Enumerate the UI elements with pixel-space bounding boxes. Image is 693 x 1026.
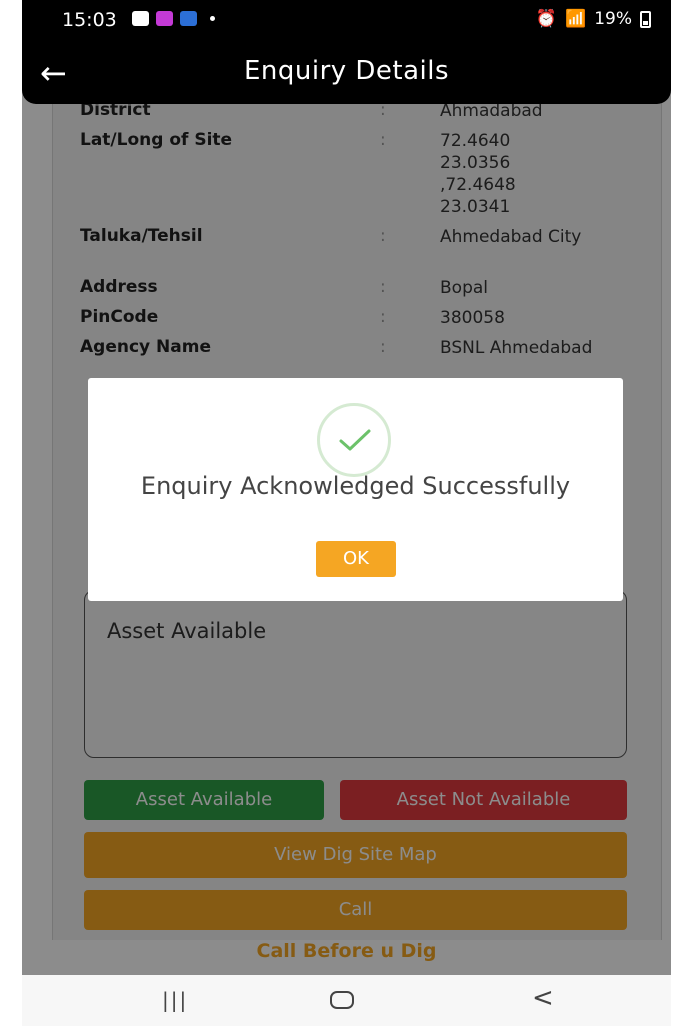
page-title: Enquiry Details <box>243 56 450 86</box>
nav-back-icon[interactable]: < <box>532 983 554 1013</box>
battery-icon <box>640 10 651 28</box>
system-icons: ⏰ 📶 19% <box>536 9 651 29</box>
home-icon[interactable] <box>330 991 354 1009</box>
app-icon <box>180 11 197 26</box>
battery-percent: 19% <box>594 9 632 29</box>
ok-button[interactable]: OK <box>316 541 396 577</box>
notification-icons <box>132 11 215 26</box>
success-dialog: Enquiry Acknowledged Successfully OK <box>88 378 623 601</box>
z-app-icon <box>156 11 173 26</box>
recents-icon[interactable]: ||| <box>162 988 188 1012</box>
status-time: 15:03 <box>62 9 117 31</box>
more-notifications-icon <box>210 16 215 21</box>
top-bar: 15:03 ⏰ 📶 19% ← Enquiry Details <box>22 0 671 104</box>
phone-screen: District : Ahmadabad Lat/Long of Site : … <box>22 0 671 1026</box>
gallery-icon <box>132 11 149 26</box>
system-nav-bar: ||| < <box>22 975 671 1026</box>
app-bar: ← Enquiry Details <box>22 44 671 102</box>
alarm-icon: ⏰ <box>535 9 558 29</box>
dialog-message: Enquiry Acknowledged Successfully <box>140 472 571 500</box>
status-bar: 15:03 ⏰ 📶 19% <box>22 0 671 40</box>
wifi-icon: 📶 <box>565 9 587 29</box>
success-check-icon <box>317 403 391 477</box>
